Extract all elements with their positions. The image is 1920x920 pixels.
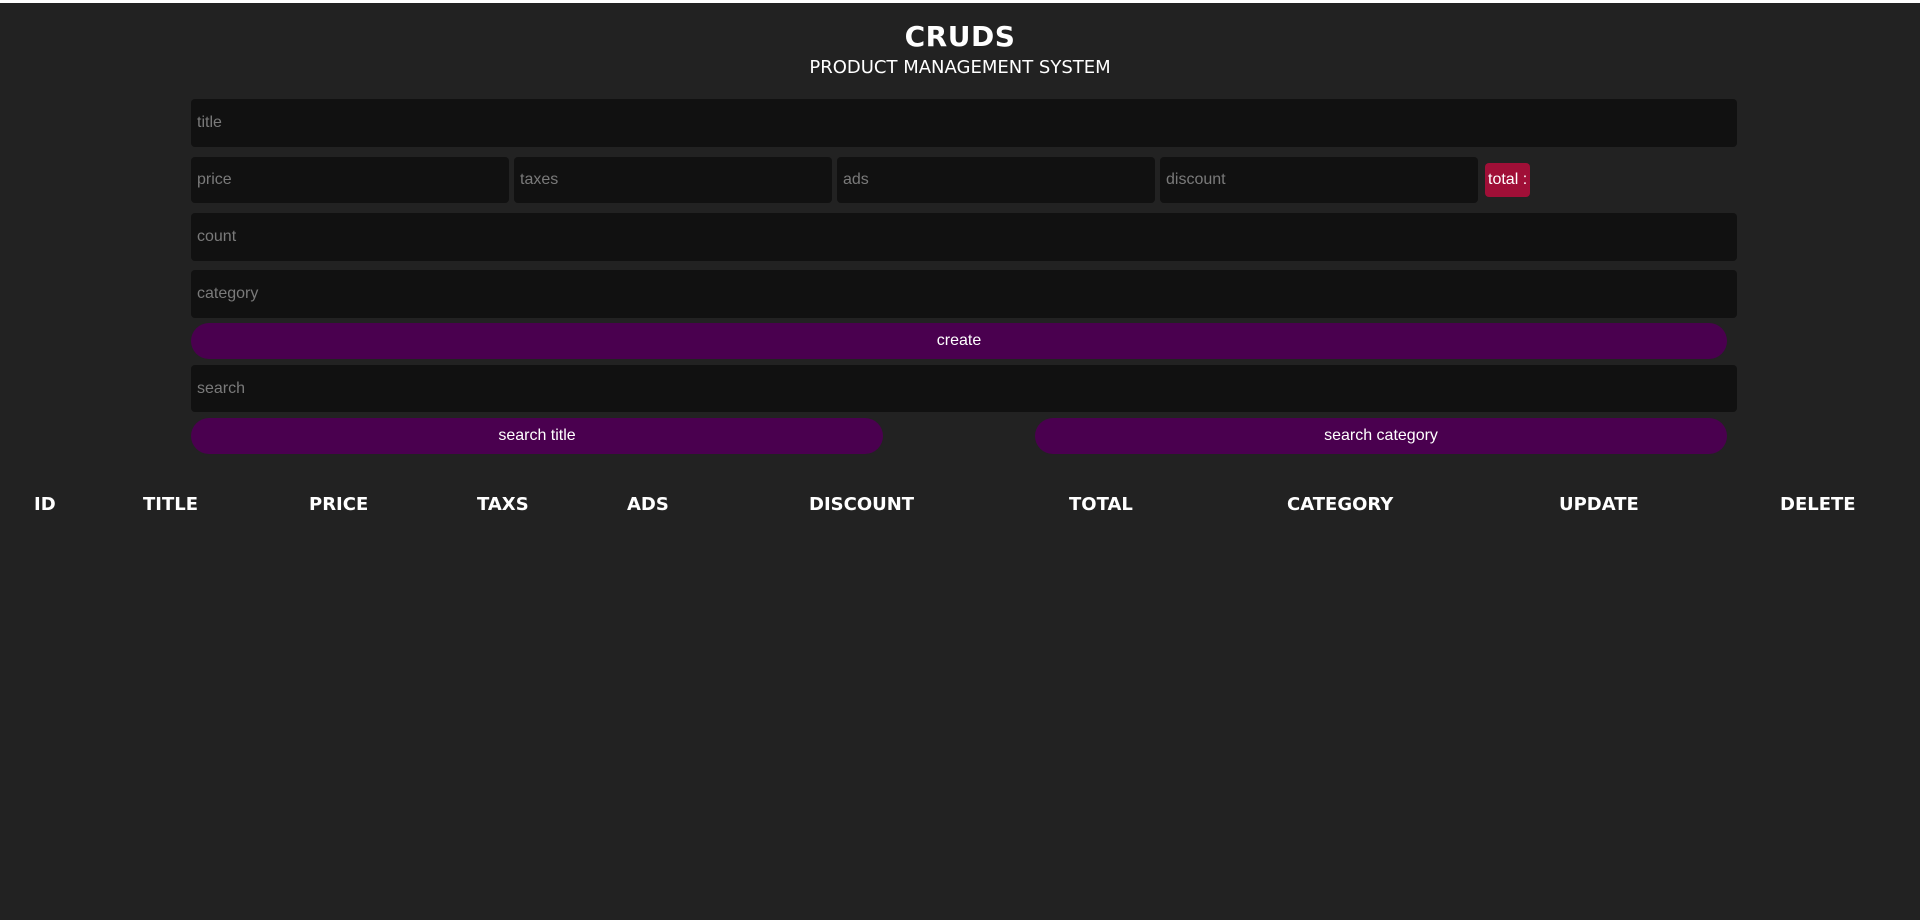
create-button[interactable]: create bbox=[191, 323, 1727, 359]
taxes-input[interactable] bbox=[514, 157, 832, 203]
product-form: total : create search title search categ… bbox=[191, 99, 1737, 454]
page-subtitle: PRODUCT MANAGEMENT SYSTEM bbox=[809, 57, 1111, 78]
top-border bbox=[0, 0, 1920, 3]
column-header-taxs: TAXS bbox=[477, 494, 529, 515]
title-input[interactable] bbox=[191, 99, 1737, 147]
column-header-update: UPDATE bbox=[1559, 494, 1639, 515]
price-input[interactable] bbox=[191, 157, 509, 203]
search-category-button[interactable]: search category bbox=[1035, 418, 1727, 454]
header: CRUDS PRODUCT MANAGEMENT SYSTEM bbox=[0, 20, 1920, 80]
total-badge: total : bbox=[1485, 163, 1531, 197]
category-input[interactable] bbox=[191, 270, 1737, 318]
column-header-price: PRICE bbox=[309, 494, 369, 515]
search-input[interactable] bbox=[191, 365, 1737, 412]
page-title: CRUDS bbox=[904, 20, 1016, 53]
column-header-id: ID bbox=[34, 494, 56, 515]
column-header-total: TOTAL bbox=[1069, 494, 1133, 515]
column-header-title: TITLE bbox=[143, 494, 199, 515]
search-title-button[interactable]: search title bbox=[191, 418, 883, 454]
column-header-ads: ADS bbox=[627, 494, 669, 515]
discount-input[interactable] bbox=[1160, 157, 1478, 203]
column-header-discount: DISCOUNT bbox=[809, 494, 915, 515]
ads-input[interactable] bbox=[837, 157, 1155, 203]
column-header-category: CATEGORY bbox=[1287, 494, 1394, 515]
table-header: ID TITLE PRICE TAXS ADS DISCOUNT TOTAL C… bbox=[0, 490, 1920, 520]
count-input[interactable] bbox=[191, 213, 1737, 261]
column-header-delete: DELETE bbox=[1780, 494, 1856, 515]
search-buttons: search title search category bbox=[191, 418, 1727, 454]
price-row: total : bbox=[191, 156, 1737, 204]
